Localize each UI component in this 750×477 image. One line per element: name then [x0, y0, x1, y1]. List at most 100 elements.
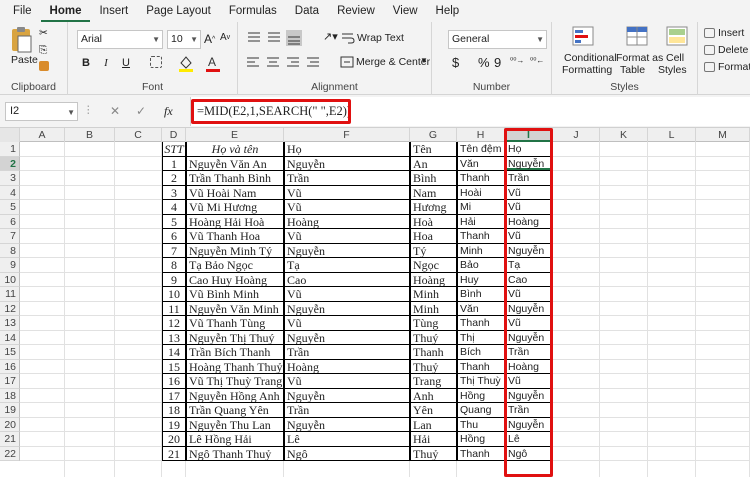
shrink-font-button[interactable]: Av — [220, 32, 230, 43]
cell-ho[interactable]: Ngô — [284, 446, 410, 461]
font-size-select[interactable]: 10 ▼ — [167, 30, 201, 49]
column-header-g[interactable]: G — [410, 128, 457, 142]
cell-ten[interactable]: Bình — [410, 171, 457, 186]
cell-ten[interactable]: Tùng — [410, 316, 457, 331]
cell-fullname[interactable]: Hoàng Hải Hoà — [186, 214, 284, 229]
decrease-decimal-icon[interactable]: ⁰⁰← — [530, 56, 544, 65]
cell-ho[interactable]: Nguyễn — [284, 301, 410, 316]
row-header[interactable]: 5 — [0, 200, 20, 215]
row-header[interactable]: 6 — [0, 214, 20, 229]
row-header[interactable]: 20 — [0, 417, 20, 432]
menu-insert[interactable]: Insert — [90, 0, 137, 22]
cancel-icon[interactable]: ✕ — [110, 104, 120, 118]
menu-page-layout[interactable]: Page Layout — [137, 0, 220, 22]
cell-tendem[interactable]: Thanh — [457, 229, 505, 244]
cell-ho[interactable]: Vũ — [284, 287, 410, 302]
italic-button[interactable]: I — [98, 55, 114, 71]
column-header-f[interactable]: F — [284, 128, 410, 142]
cell-fullname[interactable]: Cao Huy Hoàng — [186, 272, 284, 287]
column-header-m[interactable]: M — [696, 128, 750, 142]
cell-ho[interactable]: Nguyễn — [284, 417, 410, 432]
row-header[interactable]: 18 — [0, 388, 20, 403]
column-header-c[interactable]: C — [115, 128, 162, 142]
menu-home[interactable]: Home — [40, 0, 91, 22]
cell-fullname[interactable]: Vũ Mi Hương — [186, 200, 284, 215]
cell-fullname[interactable]: Nguyễn Thị Thuý — [186, 330, 284, 345]
row-header[interactable]: 8 — [0, 243, 20, 258]
cell-fullname[interactable]: Vũ Hoài Nam — [186, 185, 284, 200]
conditional-label[interactable]: Conditional — [564, 52, 617, 64]
column-header-d[interactable]: D — [162, 128, 186, 142]
cell-fullname[interactable]: Trần Quang Yên — [186, 403, 284, 418]
cell-tendem[interactable]: Văn — [457, 156, 505, 171]
underline-button[interactable]: U — [118, 55, 134, 71]
row-header[interactable]: 3 — [0, 171, 20, 186]
row-header[interactable]: 15 — [0, 345, 20, 360]
cell-fullname[interactable]: Nguyễn Thu Lan — [186, 417, 284, 432]
cell-fullname[interactable]: Hoàng Thanh Thuỷ — [186, 359, 284, 374]
cell-ten[interactable]: Hoàng — [410, 272, 457, 287]
cell-stt[interactable]: 6 — [162, 229, 186, 244]
row-header[interactable]: 21 — [0, 432, 20, 447]
cell-stt[interactable]: 20 — [162, 432, 186, 447]
borders-icon[interactable] — [150, 56, 162, 68]
cell-tendem[interactable]: Thị Thuỳ — [457, 374, 505, 389]
grow-font-button[interactable]: A ^ — [204, 32, 215, 46]
formatting-label[interactable]: Formatting — [562, 64, 612, 76]
font-name-select[interactable]: Arial ▼ — [77, 30, 163, 49]
cell-tendem[interactable]: Thanh — [457, 359, 505, 374]
orientation-icon[interactable]: ↗▾ — [323, 30, 338, 43]
row-header[interactable]: 14 — [0, 330, 20, 345]
cell-tendem[interactable]: Thanh — [457, 171, 505, 186]
cell-fullname[interactable]: Nguyễn Hồng Anh — [186, 388, 284, 403]
vertical-align-icons[interactable] — [246, 30, 326, 46]
enter-icon[interactable]: ✓ — [136, 104, 146, 118]
cell-ho[interactable]: Lê — [284, 432, 410, 447]
cell-tendem[interactable]: Quang — [457, 403, 505, 418]
cell-stt[interactable]: 10 — [162, 287, 186, 302]
row-header[interactable]: 22 — [0, 446, 20, 461]
conditional-formatting-icon[interactable] — [572, 26, 594, 46]
cell-ho[interactable]: Hoàng — [284, 359, 410, 374]
row-header[interactable]: 13 — [0, 316, 20, 331]
cell-ten[interactable]: Tý — [410, 243, 457, 258]
comma-style-button[interactable]: 9 — [494, 55, 501, 70]
cell-fullname[interactable]: Nguyễn Minh Tý — [186, 243, 284, 258]
cell-styles-icon[interactable] — [666, 26, 688, 46]
cell-ten[interactable]: An — [410, 156, 457, 171]
format-as-label[interactable]: Format as — [616, 52, 663, 64]
menu-formulas[interactable]: Formulas — [220, 0, 286, 22]
cell-ho[interactable]: Vũ — [284, 229, 410, 244]
cell-tendem[interactable]: Thị — [457, 330, 505, 345]
cell-fullname[interactable]: Trần Thanh Bình — [186, 171, 284, 186]
row-header[interactable]: 11 — [0, 287, 20, 302]
row-header[interactable]: 1 — [0, 142, 20, 157]
menu-help[interactable]: Help — [427, 0, 469, 22]
cell-ho[interactable]: Tạ — [284, 258, 410, 273]
horizontal-align-icons[interactable] — [246, 56, 322, 70]
paste-button[interactable]: Paste — [11, 54, 38, 66]
cell-fullname[interactable]: Vũ Bình Minh — [186, 287, 284, 302]
cell-ten[interactable]: Trang — [410, 374, 457, 389]
cell-stt[interactable]: 13 — [162, 330, 186, 345]
row-header[interactable]: 19 — [0, 403, 20, 418]
cell-fullname[interactable]: Vũ Thị Thuỳ Trang — [186, 374, 284, 389]
cell-ho[interactable]: Vũ — [284, 200, 410, 215]
cell-ho[interactable]: Vũ — [284, 316, 410, 331]
bold-button[interactable]: B — [78, 55, 94, 71]
fill-color-icon[interactable] — [178, 54, 194, 72]
cell-tendem[interactable]: Hải — [457, 214, 505, 229]
cell-ten[interactable]: Hoà — [410, 214, 457, 229]
cell-ho[interactable]: Trần — [284, 345, 410, 360]
cell-tendem[interactable]: Văn — [457, 301, 505, 316]
cell-tendem[interactable]: Thanh — [457, 316, 505, 331]
header-fullname[interactable]: Họ và tên — [186, 142, 284, 157]
cell-ho[interactable]: Trần — [284, 171, 410, 186]
cell-tendem[interactable]: Hồng — [457, 388, 505, 403]
cell-stt[interactable]: 21 — [162, 446, 186, 461]
cell-fullname[interactable]: Ngô Thanh Thuỷ — [186, 446, 284, 461]
column-header-j[interactable]: J — [553, 128, 600, 142]
cell-tendem[interactable]: Bảo — [457, 258, 505, 273]
cell-ten[interactable]: Nam — [410, 185, 457, 200]
wrap-text-button[interactable]: Wrap Text — [357, 32, 404, 44]
